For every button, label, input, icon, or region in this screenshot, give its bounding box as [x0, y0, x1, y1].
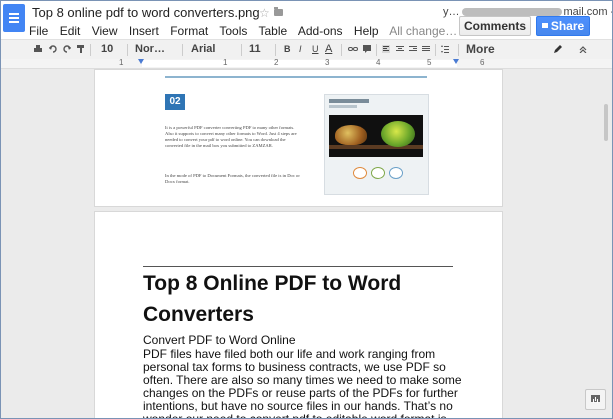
ruler[interactable]: 1 1 2 3 4 5 6 [1, 58, 612, 69]
article-subtitle[interactable]: Convert PDF to Word Online [143, 333, 296, 347]
step-note: In the mode of PDF to Document Formats, … [165, 173, 300, 184]
header: Top 8 online pdf to word converters.png … [1, 1, 612, 39]
folder-icon[interactable] [274, 7, 283, 16]
menu-format[interactable]: Format [170, 24, 208, 38]
star-icon[interactable]: ☆ [259, 6, 270, 20]
ruler-number: 1 [119, 58, 124, 67]
docs-logo-icon[interactable] [3, 4, 25, 32]
paint-format-icon[interactable] [77, 45, 85, 53]
article-title[interactable]: Top 8 Online PDF to Word Converters [143, 268, 463, 330]
align-center-icon[interactable] [396, 45, 404, 53]
menu-edit[interactable]: Edit [60, 24, 81, 38]
font-select[interactable]: Arial [191, 40, 215, 59]
chameleon-right [381, 121, 415, 147]
more-button[interactable]: More [466, 40, 495, 59]
ruler-number: 3 [325, 58, 330, 67]
article-body[interactable]: PDF files have filed both our life and w… [143, 348, 463, 419]
thumb-header [329, 99, 369, 103]
add-comment-button[interactable] [585, 389, 606, 410]
italic-button[interactable]: I [299, 40, 302, 59]
step-description: It is a powerful PDF converter convertin… [165, 125, 297, 148]
redacted-email [461, 8, 562, 17]
document-title[interactable]: Top 8 online pdf to word converters.png [32, 5, 260, 20]
right-indent-marker[interactable] [453, 59, 459, 64]
lock-icon [541, 23, 548, 29]
menu-insert[interactable]: Insert [129, 24, 159, 38]
ruler-number: 6 [480, 58, 485, 67]
ruler-number: 1 [223, 58, 228, 67]
scrollbar-thumb[interactable] [604, 104, 608, 141]
document-page[interactable]: Top 8 Online PDF to Word Converters Conv… [94, 211, 503, 419]
chameleon-left [335, 125, 367, 145]
align-right-icon[interactable] [409, 45, 417, 53]
collapse-icon[interactable] [579, 45, 587, 53]
ruler-number: 5 [427, 58, 432, 67]
app-window: Top 8 online pdf to word converters.png … [0, 0, 613, 419]
save-status[interactable]: All change… [389, 24, 457, 38]
menu-file[interactable]: File [29, 24, 48, 38]
thumb-subheader [329, 105, 357, 108]
text-color-button[interactable]: A [325, 40, 332, 59]
underline-button[interactable]: U [312, 40, 319, 59]
horizontal-rule [143, 266, 453, 267]
menu-bar: File Edit View Insert Format Tools Table… [29, 24, 465, 38]
ruler-text-area [142, 60, 457, 67]
redo-icon[interactable] [63, 45, 71, 53]
account-name: y… [443, 6, 460, 18]
zoom-select[interactable]: 10 [101, 40, 113, 59]
left-indent-marker[interactable] [138, 59, 144, 64]
comments-button[interactable]: Comments [459, 16, 531, 36]
bold-button[interactable]: B [284, 40, 291, 59]
menu-tools[interactable]: Tools [219, 24, 247, 38]
document-page[interactable]: 02 It is a powerful PDF converter conver… [94, 69, 503, 207]
zamzar-screenshot-image [324, 94, 429, 195]
step-number-badge: 02 [165, 94, 185, 110]
align-left-icon[interactable] [382, 45, 390, 53]
share-button[interactable]: Share [536, 16, 590, 36]
menu-help[interactable]: Help [354, 24, 379, 38]
image-top-border [165, 76, 427, 78]
share-label: Share [550, 19, 585, 33]
justify-icon[interactable] [422, 45, 430, 53]
line-spacing-icon[interactable] [441, 45, 449, 53]
undo-icon[interactable] [49, 45, 57, 53]
print-icon[interactable] [34, 45, 42, 53]
menu-view[interactable]: View [92, 24, 118, 38]
chameleon-photo [329, 115, 423, 157]
format-icon [389, 167, 403, 179]
menu-table[interactable]: Table [259, 24, 288, 38]
style-select[interactable]: Nor… [135, 40, 165, 59]
link-icon[interactable] [348, 45, 358, 53]
insert-comment-icon[interactable] [363, 45, 371, 53]
menu-addons[interactable]: Add-ons [298, 24, 343, 38]
font-size-select[interactable]: 11 [249, 40, 261, 59]
ruler-number: 2 [274, 58, 279, 67]
format-icon [371, 167, 385, 179]
format-icon [353, 167, 367, 179]
toolbar: 10 Nor… Arial 11 B I U A More [1, 39, 612, 60]
ruler-number: 4 [376, 58, 381, 67]
edit-mode-icon[interactable] [554, 45, 562, 53]
